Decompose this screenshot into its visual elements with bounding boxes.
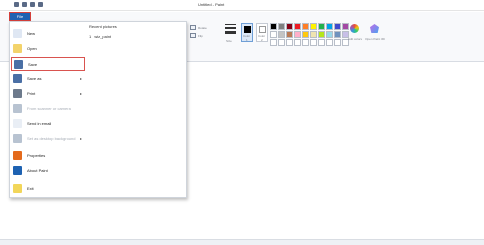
recent-pictures-heading: Recent pictures <box>89 24 117 29</box>
palette-swatch[interactable] <box>286 39 293 46</box>
palette-swatch[interactable] <box>318 39 325 46</box>
palette-swatch[interactable] <box>334 23 341 30</box>
email-icon <box>13 119 22 128</box>
palette-swatch[interactable] <box>342 23 349 30</box>
paint-3d-label[interactable]: Open Paint 3D <box>364 37 386 41</box>
palette-swatch[interactable] <box>310 23 317 30</box>
size-label[interactable]: Size <box>226 39 232 43</box>
menu-item-label: Open <box>27 46 37 51</box>
palette-swatch[interactable] <box>278 31 285 38</box>
menu-item-label: Properties <box>27 153 46 158</box>
file-menu-item-set-as-desktop-background[interactable]: Set as desktop background ▸ <box>11 132 85 146</box>
info-icon <box>13 166 22 175</box>
menu-item-label: Print <box>27 91 36 96</box>
palette-swatch[interactable] <box>326 23 333 30</box>
file-menu: New Open Save Save as ▸ Print ▸ From scanner or… <box>9 21 187 198</box>
recent-pictures-panel: Recent pictures 1 wiz_paint <box>87 22 187 197</box>
color2-number: 2 <box>261 38 263 42</box>
file-menu-commands: New Open Save Save as ▸ Print ▸ From scanner or… <box>10 22 85 197</box>
recent-picture-item[interactable]: 1 wiz_paint <box>89 34 111 39</box>
color1-number: 1 <box>246 38 248 42</box>
palette-swatch[interactable] <box>278 39 285 46</box>
palette-swatch[interactable] <box>310 31 317 38</box>
status-bar <box>0 239 484 245</box>
file-menu-item-properties[interactable]: Properties <box>11 149 85 163</box>
save-icon[interactable] <box>14 2 19 7</box>
title-bar: Untitled - Paint <box>0 0 484 11</box>
menu-item-label: Send in email <box>27 121 52 126</box>
file-menu-item-send-in-email[interactable]: Send in email <box>11 117 85 131</box>
palette-swatch[interactable] <box>318 31 325 38</box>
color2-button[interactable]: Color 2 <box>256 23 268 42</box>
palette-swatch[interactable] <box>278 23 285 30</box>
open-folder-icon <box>13 44 22 53</box>
file-menu-item-about-paint[interactable]: About Paint <box>11 164 85 178</box>
customize-toolbar-icon[interactable] <box>38 2 43 7</box>
rotate-label[interactable]: Rotate <box>198 26 207 30</box>
menu-item-label: From scanner or camera <box>27 106 71 111</box>
color1-swatch <box>243 26 251 33</box>
flip-icon[interactable] <box>190 33 196 38</box>
palette-swatch[interactable] <box>302 23 309 30</box>
submenu-arrow-icon: ▸ <box>80 136 83 141</box>
recent-item-number: 1 <box>89 34 92 39</box>
menu-item-label: Set as desktop background <box>27 136 76 141</box>
file-menu-item-print[interactable]: Print ▸ <box>11 87 85 101</box>
file-menu-item-save-as[interactable]: Save as ▸ <box>11 72 85 86</box>
palette-swatch[interactable] <box>334 31 341 38</box>
scanner-icon <box>13 104 22 113</box>
size-icon[interactable] <box>225 24 236 36</box>
new-file-icon <box>13 29 22 38</box>
save-as-icon <box>13 74 22 83</box>
color-palette <box>270 23 349 46</box>
palette-swatch[interactable] <box>286 31 293 38</box>
submenu-arrow-icon: ▸ <box>80 76 83 81</box>
menu-item-label: Save <box>28 62 38 67</box>
undo-icon[interactable] <box>22 2 27 7</box>
file-menu-item-exit[interactable]: Exit <box>11 182 85 196</box>
color2-swatch <box>258 26 266 33</box>
menu-item-label: Save as <box>27 76 42 81</box>
palette-swatch[interactable] <box>326 39 333 46</box>
palette-swatch[interactable] <box>302 39 309 46</box>
menu-item-label: Exit <box>27 186 34 191</box>
file-menu-item-new[interactable]: New <box>11 27 85 41</box>
flip-label[interactable]: Flip <box>198 34 203 38</box>
palette-swatch[interactable] <box>318 23 325 30</box>
palette-swatch[interactable] <box>334 39 341 46</box>
palette-swatch[interactable] <box>294 23 301 30</box>
palette-swatch[interactable] <box>302 31 309 38</box>
color1-button[interactable]: Color 1 <box>241 23 253 42</box>
paint-window: Untitled - Paint Rotate Flip Size Color … <box>0 0 484 245</box>
file-menu-item-save[interactable]: Save <box>11 57 85 71</box>
printer-icon <box>13 89 22 98</box>
palette-swatch[interactable] <box>286 23 293 30</box>
rotate-icon[interactable] <box>190 25 196 30</box>
palette-swatch[interactable] <box>270 23 277 30</box>
redo-icon[interactable] <box>30 2 35 7</box>
palette-swatch[interactable] <box>270 39 277 46</box>
palette-swatch[interactable] <box>294 39 301 46</box>
palette-swatch[interactable] <box>326 31 333 38</box>
checkmark-icon <box>13 151 22 160</box>
paint-3d-icon[interactable] <box>370 24 379 33</box>
edit-colors-icon[interactable] <box>350 24 359 33</box>
menu-item-label: New <box>27 31 36 36</box>
edit-colors-label[interactable]: Edit colors <box>346 37 364 41</box>
window-title: Untitled - Paint <box>198 2 225 7</box>
file-menu-item-from-scanner-or-camera[interactable]: From scanner or camera <box>11 102 85 116</box>
palette-swatch[interactable] <box>294 31 301 38</box>
recent-item-name: wiz_paint <box>94 34 112 39</box>
menu-item-label: About Paint <box>27 168 48 173</box>
palette-swatch[interactable] <box>270 31 277 38</box>
save-disk-icon <box>14 60 23 69</box>
quick-access-toolbar <box>14 2 43 7</box>
submenu-arrow-icon: ▸ <box>80 91 83 96</box>
file-tab[interactable]: File <box>9 12 31 21</box>
palette-swatch[interactable] <box>310 39 317 46</box>
exit-icon <box>13 184 22 193</box>
desktop-background-icon <box>13 134 22 143</box>
file-menu-item-open[interactable]: Open <box>11 42 85 56</box>
